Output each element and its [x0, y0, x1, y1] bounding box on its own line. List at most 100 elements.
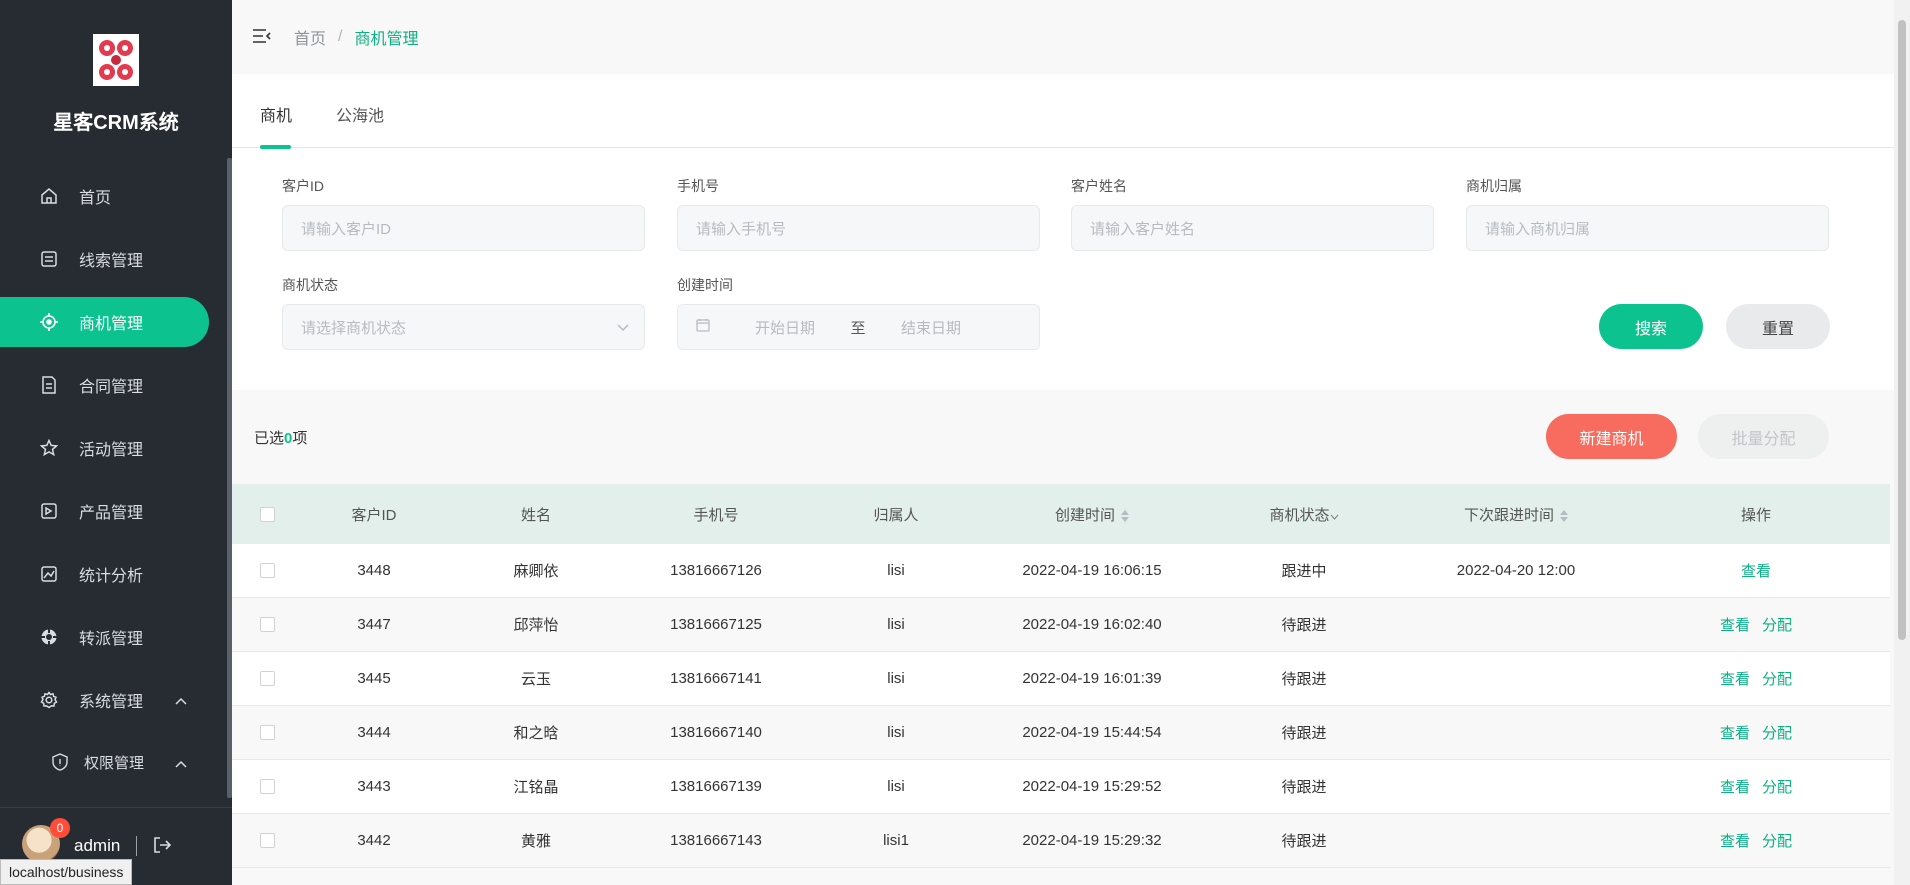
- sidebar-item-system[interactable]: 系统管理: [0, 675, 209, 725]
- view-link[interactable]: 查看: [1720, 617, 1750, 634]
- row-checkbox-cell: [232, 671, 302, 686]
- breadcrumb-home[interactable]: 首页: [294, 25, 326, 49]
- assign-link[interactable]: 分配: [1762, 833, 1792, 850]
- status-select-placeholder: 请选择商机状态: [301, 319, 407, 337]
- cell-customer-id: 3448: [357, 562, 391, 579]
- sidebar-item-contract[interactable]: 合同管理: [0, 360, 209, 410]
- page-scrollbar-thumb[interactable]: [1898, 20, 1906, 640]
- cell-customer-id: 3445: [357, 670, 391, 687]
- customer-id-input[interactable]: 请输入客户ID: [282, 205, 645, 251]
- search-button[interactable]: 搜索: [1599, 304, 1703, 349]
- table-toolbar: 已选0项 新建商机 批量分配: [232, 390, 1894, 484]
- tab-opportunity[interactable]: 商机: [260, 102, 292, 126]
- phone-input[interactable]: 请输入手机号: [677, 205, 1040, 251]
- cell-name: 江铭晶: [513, 779, 559, 796]
- cell-phone: 13816667126: [670, 562, 762, 579]
- row-checkbox[interactable]: [259, 779, 275, 794]
- batch-assign-button[interactable]: 批量分配: [1698, 414, 1829, 459]
- new-opportunity-button[interactable]: 新建商机: [1546, 414, 1677, 459]
- row-checkbox-cell: [232, 833, 302, 848]
- cell-actions: 查看 分配: [1622, 776, 1890, 797]
- chevron-up-icon: [175, 692, 187, 710]
- sort-icon[interactable]: [1121, 509, 1129, 522]
- notification-badge: 0: [50, 818, 70, 838]
- cell-customer-id: 3443: [357, 778, 391, 795]
- header-actions: 操作: [1740, 506, 1771, 524]
- owner-label: 商机归属: [1466, 178, 1522, 194]
- header-created-time-label: 创建时间: [1054, 506, 1115, 524]
- end-date-input[interactable]: 结束日期: [876, 317, 986, 338]
- cell-created-time: 2022-04-19 15:29:52: [1022, 778, 1162, 795]
- sidebar-item-transfer[interactable]: 转派管理: [0, 612, 209, 662]
- view-link[interactable]: 查看: [1741, 563, 1771, 580]
- customer-name-input[interactable]: 请输入客户姓名: [1071, 205, 1434, 251]
- cell-actions: 查看 分配: [1622, 614, 1890, 635]
- cell-created-time: 2022-04-19 15:29:32: [1022, 832, 1162, 849]
- sidebar-item-label: 首页: [79, 190, 112, 207]
- sidebar-item-activity[interactable]: 活动管理: [0, 423, 209, 473]
- status-select[interactable]: 请选择商机状态: [282, 304, 645, 350]
- assign-link[interactable]: 分配: [1762, 779, 1792, 796]
- sidebar-subitem-permission[interactable]: 权限管理: [0, 742, 209, 782]
- row-checkbox[interactable]: [259, 725, 275, 740]
- row-checkbox-cell: [232, 779, 302, 794]
- transfer-icon: [38, 626, 60, 648]
- assign-link[interactable]: 分配: [1762, 671, 1792, 688]
- view-link[interactable]: 查看: [1720, 671, 1750, 688]
- select-all-checkbox[interactable]: [259, 506, 275, 522]
- header-owner: 归属人: [873, 506, 919, 524]
- header-created-time[interactable]: 创建时间: [986, 504, 1198, 525]
- cell-owner: lisi: [887, 778, 905, 795]
- chevron-down-icon[interactable]: [1330, 507, 1339, 524]
- cell-phone: 13816667125: [670, 616, 762, 633]
- sidebar-item-home[interactable]: 首页: [0, 171, 209, 221]
- sidebar-item-label: 活动管理: [79, 442, 144, 459]
- owner-input[interactable]: 请输入商机归属: [1466, 205, 1829, 251]
- reset-button[interactable]: 重置: [1726, 304, 1830, 349]
- cell-customer-id: 3444: [357, 724, 391, 741]
- tab-public-pool[interactable]: 公海池: [336, 102, 384, 126]
- sidebar-item-opportunity[interactable]: 商机管理: [0, 297, 209, 347]
- cell-created-time: 2022-04-19 16:01:39: [1022, 670, 1162, 687]
- cell-phone: 13816667143: [670, 832, 762, 849]
- header-customer-id: 客户ID: [351, 506, 397, 524]
- gear-icon: [38, 689, 60, 711]
- row-checkbox[interactable]: [259, 563, 275, 578]
- header-status[interactable]: 商机状态: [1198, 504, 1410, 525]
- start-date-input[interactable]: 开始日期: [730, 317, 840, 338]
- sidebar-item-leads[interactable]: 线索管理: [0, 234, 209, 284]
- row-checkbox-cell: [232, 725, 302, 740]
- row-checkbox[interactable]: [259, 671, 275, 686]
- view-link[interactable]: 查看: [1720, 779, 1750, 796]
- sidebar-item-label: 系统管理: [79, 694, 144, 711]
- sidebar-item-product[interactable]: 产品管理: [0, 486, 209, 536]
- cell-phone: 13816667141: [670, 670, 762, 687]
- row-checkbox-cell: [232, 617, 302, 632]
- leads-icon: [38, 248, 60, 270]
- header-name: 姓名: [520, 506, 551, 524]
- row-checkbox[interactable]: [259, 833, 275, 848]
- selected-count: 已选0项: [254, 427, 307, 448]
- collapse-menu-icon[interactable]: [252, 28, 272, 47]
- header-phone: 手机号: [693, 506, 739, 524]
- assign-link[interactable]: 分配: [1762, 617, 1792, 634]
- view-link[interactable]: 查看: [1720, 833, 1750, 850]
- chevron-up-icon: [175, 755, 187, 772]
- cell-actions: 查看 分配: [1622, 668, 1890, 689]
- header-next-followup[interactable]: 下次跟进时间: [1410, 504, 1622, 525]
- assign-link[interactable]: 分配: [1762, 725, 1792, 742]
- cell-status: 待跟进: [1281, 725, 1327, 742]
- breadcrumb-current: 商机管理: [354, 31, 419, 48]
- sidebar-item-label: 合同管理: [79, 379, 144, 396]
- view-link[interactable]: 查看: [1720, 725, 1750, 742]
- created-date-range[interactable]: 开始日期 至 结束日期: [677, 304, 1040, 350]
- row-checkbox[interactable]: [259, 617, 275, 632]
- cell-customer-id: 3447: [357, 616, 391, 633]
- cell-actions: 查看 分配: [1622, 722, 1890, 743]
- customer-id-label: 客户ID: [282, 178, 324, 194]
- sort-icon[interactable]: [1560, 509, 1568, 522]
- sidebar-item-label: 商机管理: [79, 316, 144, 333]
- sidebar-item-statistics[interactable]: 统计分析: [0, 549, 209, 599]
- logout-icon[interactable]: [152, 835, 172, 858]
- row-checkbox-cell: [232, 563, 302, 578]
